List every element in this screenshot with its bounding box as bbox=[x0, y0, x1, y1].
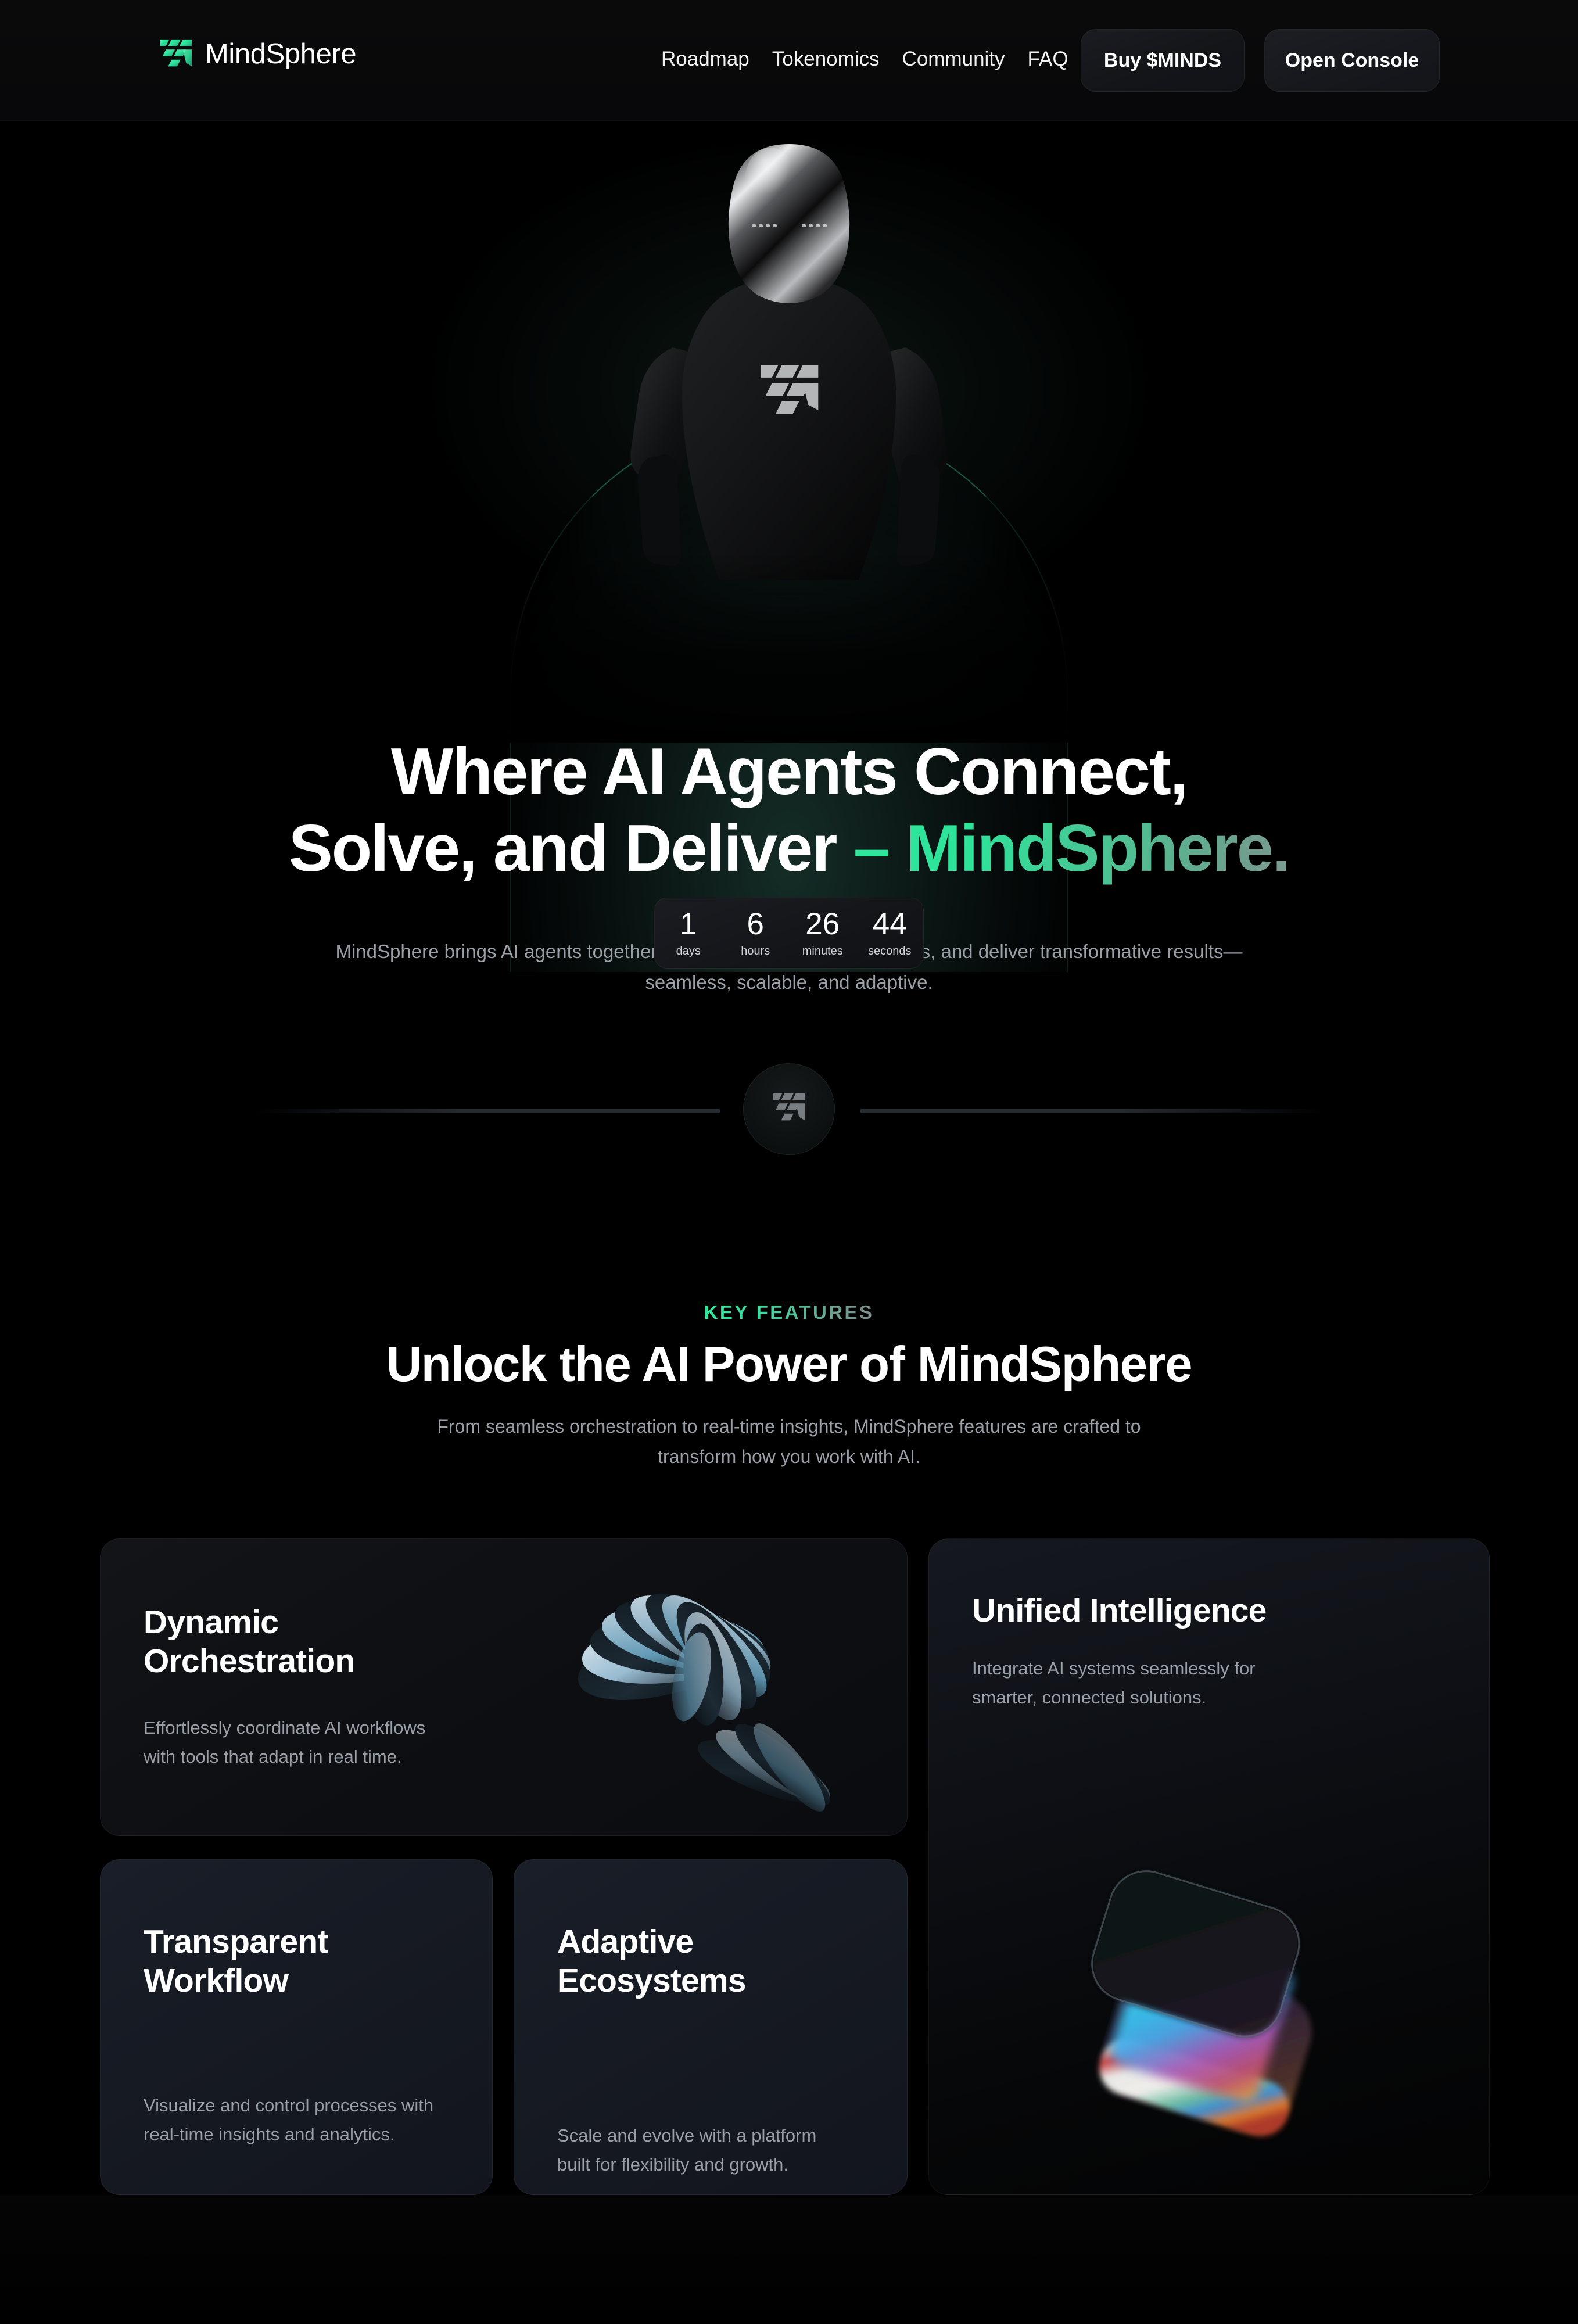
feature-card-body: Effortlessly coordinate AI workflows wit… bbox=[144, 1717, 426, 1767]
feature-cards-grid: Dynamic Orchestration Effortlessly coord… bbox=[0, 1538, 1578, 2195]
features-title: Unlock the AI Power of MindSphere bbox=[386, 1337, 1193, 1392]
hero-subtitle-line-2: seamless, scalable, and adaptive. bbox=[645, 971, 933, 994]
nav-link-community[interactable]: Community bbox=[902, 48, 1005, 71]
hero-title-line-2-accent: – MindSphere. bbox=[853, 812, 1291, 886]
hero-title: Where AI Agents Connect, Solve, and Deli… bbox=[0, 734, 1578, 887]
feature-card-title: Adaptive Ecosystems bbox=[557, 1923, 747, 2001]
feature-card-title-line-2: Workflow bbox=[144, 1962, 289, 2000]
divider-line-left bbox=[256, 1109, 720, 1113]
main-nav: Roadmap Tokenomics Community FAQ bbox=[661, 48, 1068, 71]
spiral-discs-3d-icon bbox=[489, 1539, 907, 1835]
feature-card-title-line-1: Adaptive bbox=[557, 1923, 694, 1960]
page-bottom-fade bbox=[0, 2195, 1578, 2324]
features-eyebrow-text: KEY FEATURES bbox=[704, 1301, 874, 1323]
countdown-minutes-value: 26 bbox=[805, 906, 840, 941]
countdown-minutes-label: minutes bbox=[802, 944, 843, 957]
countdown-hours-label: hours bbox=[741, 944, 770, 957]
feature-card-title-line-2: Ecosystems bbox=[557, 1962, 747, 2000]
feature-card-body: Integrate AI systems seamlessly for smar… bbox=[972, 1658, 1256, 1708]
feature-card-unified-intelligence[interactable]: Unified Intelligence Integrate AI system… bbox=[928, 1538, 1490, 2195]
brand-logo[interactable]: MindSphere bbox=[158, 36, 357, 72]
feature-card-body: Scale and evolve with a platform built f… bbox=[557, 2125, 817, 2175]
countdown-days-value: 1 bbox=[680, 906, 697, 941]
feature-card-title: Transparent Workflow bbox=[144, 1923, 328, 2001]
hero-title-line-2-plain: Solve, and Deliver bbox=[288, 812, 853, 886]
countdown-unit-seconds: 44 seconds bbox=[856, 909, 924, 958]
feature-card-body: Visualize and control processes with rea… bbox=[144, 2095, 434, 2145]
brand-name: MindSphere bbox=[205, 38, 357, 70]
header-actions: Buy $MINDS Open Console bbox=[1081, 29, 1440, 92]
feature-card-title-line-2: Orchestration bbox=[144, 1642, 355, 1680]
features-subtitle: From seamless orchestration to real-time… bbox=[411, 1412, 1167, 1472]
countdown-seconds-value: 44 bbox=[872, 906, 907, 941]
feature-card-transparent-workflow[interactable]: Transparent Workflow Visualize and contr… bbox=[100, 1859, 493, 2195]
countdown-hours-value: 6 bbox=[747, 906, 764, 941]
features-eyebrow: KEY FEATURES bbox=[0, 1301, 1578, 1324]
open-console-button[interactable]: Open Console bbox=[1264, 29, 1440, 92]
site-header: MindSphere Roadmap Tokenomics Community … bbox=[0, 0, 1578, 121]
feature-card-dynamic-orchestration[interactable]: Dynamic Orchestration Effortlessly coord… bbox=[100, 1538, 908, 1836]
features-subtitle-line-1: From seamless orchestration to real-time… bbox=[437, 1416, 954, 1437]
section-divider bbox=[0, 1063, 1578, 1156]
iridescent-glass-cube-icon bbox=[1029, 1841, 1389, 2178]
countdown-days-label: days bbox=[676, 944, 701, 957]
nav-link-roadmap[interactable]: Roadmap bbox=[661, 48, 749, 71]
nav-link-tokenomics[interactable]: Tokenomics bbox=[772, 48, 880, 71]
hero-image-fade bbox=[498, 551, 1578, 743]
landing-page: MindSphere Roadmap Tokenomics Community … bbox=[0, 0, 1578, 2324]
feature-card-title: Unified Intelligence bbox=[972, 1591, 1267, 1630]
feature-card-title-line-1: Unified Intelligence bbox=[972, 1592, 1267, 1629]
divider-badge bbox=[743, 1063, 835, 1155]
buy-minds-button[interactable]: Buy $MINDS bbox=[1081, 29, 1245, 92]
hero-section: Where AI Agents Connect, Solve, and Deli… bbox=[0, 121, 1578, 1011]
feature-card-title-line-1: Transparent bbox=[144, 1923, 328, 1960]
feature-card-title: Dynamic Orchestration bbox=[144, 1603, 355, 1681]
countdown-unit-days: 1 days bbox=[655, 909, 722, 958]
nav-link-faq[interactable]: FAQ bbox=[1028, 48, 1068, 71]
mindsphere-grid-logo-icon bbox=[158, 36, 194, 72]
countdown-seconds-label: seconds bbox=[868, 944, 912, 957]
mindsphere-grid-logo-icon bbox=[771, 1090, 807, 1129]
feature-card-title-line-1: Dynamic bbox=[144, 1604, 279, 1641]
countdown-unit-hours: 6 hours bbox=[722, 909, 790, 958]
hero-robot-image bbox=[498, 132, 1578, 972]
divider-line-right bbox=[860, 1109, 1325, 1113]
feature-card-adaptive-ecosystems[interactable]: Adaptive Ecosystems Scale and evolve wit… bbox=[514, 1859, 908, 2195]
countdown-unit-minutes: 26 minutes bbox=[789, 909, 856, 958]
hero-title-line-1: Where AI Agents Connect, bbox=[390, 735, 1188, 809]
countdown-timer: 1 days 6 hours 26 minutes 44 seconds bbox=[654, 898, 924, 969]
